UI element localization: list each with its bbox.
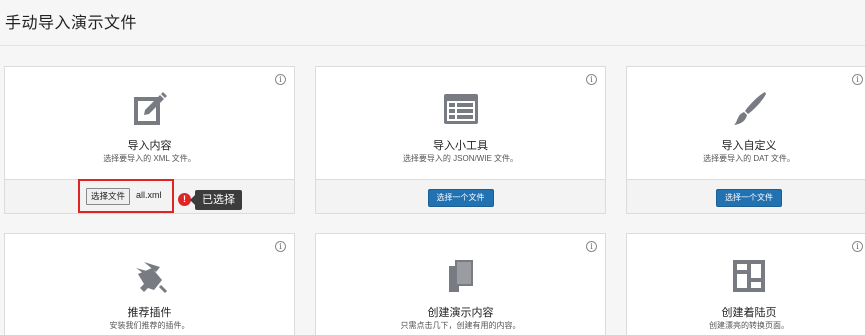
documents-icon <box>448 260 473 292</box>
info-icon[interactable]: i <box>852 241 863 252</box>
edit-document-icon <box>133 92 167 125</box>
card-title: 推荐插件 <box>127 307 172 319</box>
selected-tooltip: 已选择 <box>190 190 242 210</box>
card-import-widgets: i 导入小工具 选择要导入的 JSON/WIE 文件。 选择一个文件 <box>315 66 606 214</box>
card-recommended-plugins: i 推荐插件 安装我们推荐的插件。 <box>4 233 295 335</box>
info-icon[interactable]: i <box>275 241 286 252</box>
card-description: 选择要导入的 XML 文件。 <box>103 154 196 163</box>
page-header: 手动导入演示文件 <box>0 0 865 46</box>
info-icon[interactable]: i <box>275 74 286 85</box>
widgets-icon <box>443 94 478 124</box>
selected-filename: all.xml <box>136 190 162 200</box>
paintbrush-icon <box>734 92 766 125</box>
card-title: 导入自定义 <box>721 140 777 152</box>
card-footer: 选择一个文件 <box>627 179 865 213</box>
card-create-landing-page: i 创建着陆页 创建漂亮的转换页面。 <box>626 233 865 335</box>
card-title: 创建着陆页 <box>721 307 777 319</box>
card-create-demo-content: i 创建演示内容 只需点击几下，创建有用的内容。 <box>315 233 606 335</box>
card-title: 导入内容 <box>127 140 172 152</box>
layout-icon <box>733 260 765 292</box>
card-description: 选择要导入的 DAT 文件。 <box>703 154 795 163</box>
plugin-icon <box>135 262 167 294</box>
card-description: 只需点击几下，创建有用的内容。 <box>400 321 521 330</box>
card-footer: 选择一个文件 <box>316 179 605 213</box>
card-title: 创建演示内容 <box>427 307 494 319</box>
card-title: 导入小工具 <box>433 140 488 152</box>
file-input-highlight: 选择文件 all.xml <box>78 179 174 213</box>
card-description: 安装我们推荐的插件。 <box>109 321 190 330</box>
choose-file-button[interactable]: 选择文件 <box>86 188 131 205</box>
info-icon[interactable]: i <box>852 74 863 85</box>
card-description: 创建漂亮的转换页面。 <box>709 321 789 330</box>
choose-file-button[interactable]: 选择一个文件 <box>716 189 782 207</box>
info-icon[interactable]: i <box>586 74 597 85</box>
card-import-customizer: i 导入自定义 选择要导入的 DAT 文件。 选择一个文件 <box>626 66 865 214</box>
card-description: 选择要导入的 JSON/WIE 文件。 <box>402 154 519 163</box>
info-icon[interactable]: i <box>586 241 597 252</box>
page-title: 手动导入演示文件 <box>5 15 138 32</box>
choose-file-button[interactable]: 选择一个文件 <box>427 189 494 207</box>
